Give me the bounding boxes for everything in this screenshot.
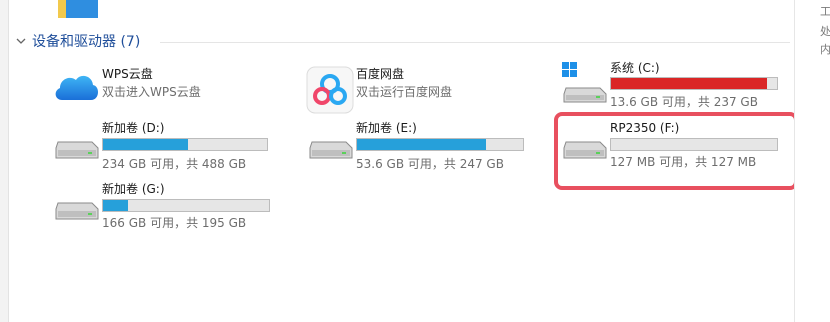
drive-tile-wps[interactable]: WPS云盘 双击进入WPS云盘	[52, 66, 252, 122]
group-divider	[160, 42, 790, 43]
drive-usage-text: 13.6 GB 可用，共 237 GB	[610, 95, 758, 109]
drive-usage-fill	[611, 78, 768, 89]
drive-name: 新加卷 (G:)	[102, 182, 165, 196]
drive-tile-baidu[interactable]: 百度网盘 双击运行百度网盘	[306, 66, 506, 122]
folder-icon[interactable]	[58, 0, 98, 18]
drive-name: 新加卷 (D:)	[102, 121, 165, 135]
details-text: 工	[820, 5, 830, 18]
drive-name: 百度网盘	[356, 67, 405, 81]
baidu-netdisk-icon	[306, 66, 354, 114]
drive-tile-c[interactable]: 系统 (C:) 13.6 GB 可用，共 237 GB	[560, 60, 782, 116]
drive-usage-bar	[102, 138, 268, 151]
drive-tile-g[interactable]: 新加卷 (G:) 166 GB 可用，共 195 GB	[52, 181, 274, 237]
drive-name: 新加卷 (E:)	[356, 121, 417, 135]
left-edge	[0, 0, 9, 322]
drive-tile-e[interactable]: 新加卷 (E:) 53.6 GB 可用，共 247 GB	[306, 120, 528, 176]
drive-name: 系统 (C:)	[610, 61, 660, 75]
drive-usage-bar	[610, 77, 778, 90]
drive-subtitle: 双击进入WPS云盘	[102, 85, 201, 99]
chevron-down-icon[interactable]	[14, 34, 28, 48]
highlight-box	[554, 112, 798, 190]
drive-tile-d[interactable]: 新加卷 (D:) 234 GB 可用，共 488 GB	[52, 120, 274, 176]
drive-usage-fill	[103, 139, 189, 150]
group-header[interactable]: 设备和驱动器 (7)	[14, 30, 140, 52]
drive-usage-fill	[103, 200, 128, 211]
drive-icon	[309, 141, 353, 159]
details-pane: 工 处 内	[794, 0, 830, 322]
cloud-icon	[55, 75, 99, 100]
drive-icon	[55, 141, 99, 159]
drive-usage-text: 234 GB 可用，共 488 GB	[102, 157, 247, 171]
details-text: 内	[820, 43, 830, 56]
drive-usage-text: 166 GB 可用，共 195 GB	[102, 216, 247, 230]
drive-usage-bar	[356, 138, 524, 151]
details-text: 处	[820, 25, 830, 38]
group-title: 设备和驱动器 (7)	[32, 34, 141, 50]
drive-usage-fill	[357, 139, 487, 150]
drive-icon	[55, 202, 99, 220]
drive-subtitle: 双击运行百度网盘	[356, 85, 453, 99]
drive-usage-bar	[102, 199, 270, 212]
drive-name: WPS云盘	[102, 67, 153, 81]
windows-drive-icon	[562, 62, 607, 103]
drive-usage-text: 53.6 GB 可用，共 247 GB	[356, 157, 504, 171]
